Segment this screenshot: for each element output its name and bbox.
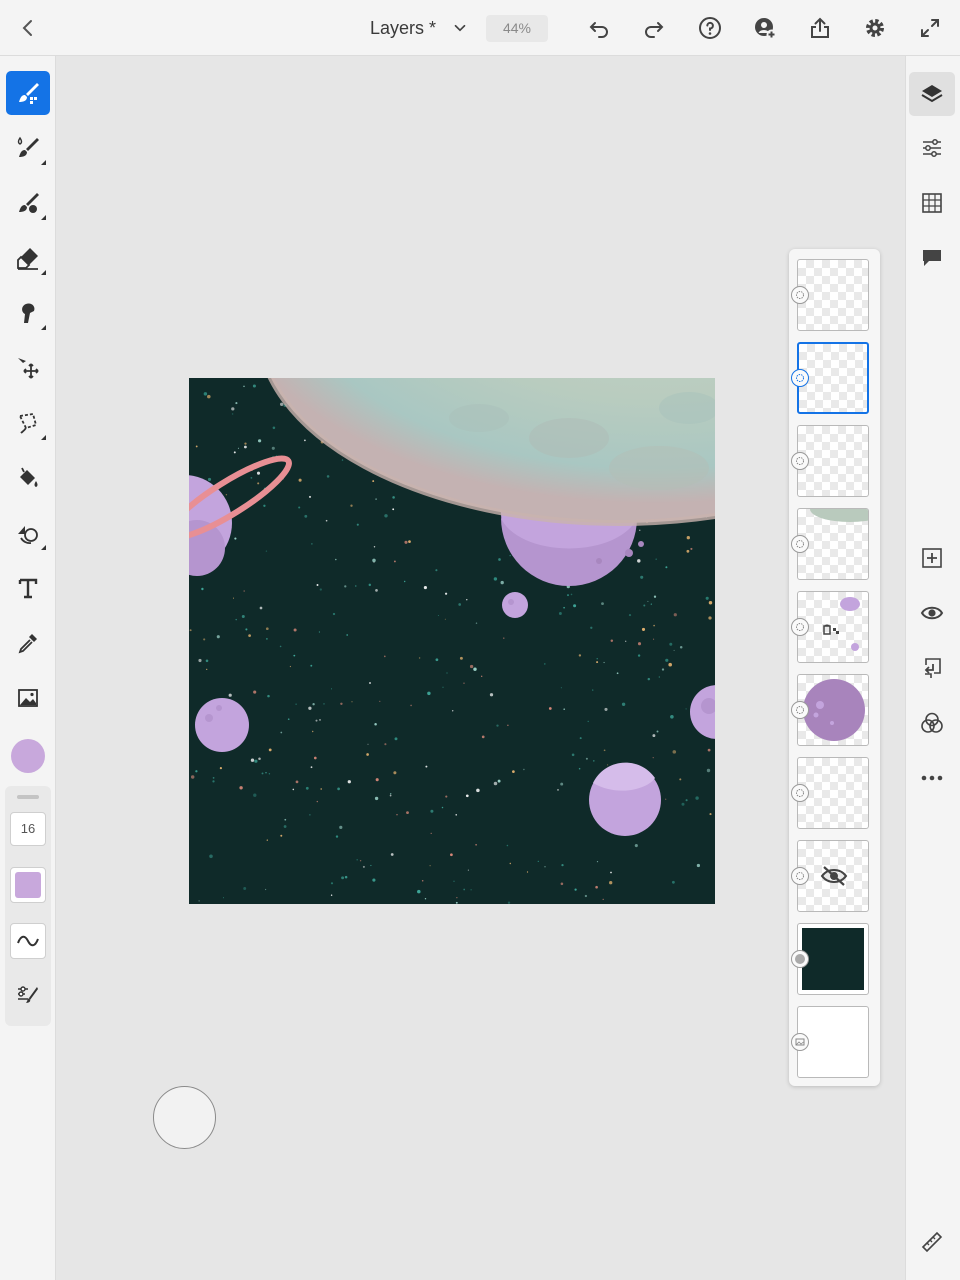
brush-settings-button[interactable] — [10, 976, 46, 1012]
eyedropper-tool[interactable] — [6, 621, 50, 665]
fill-layer-icon[interactable] — [791, 950, 809, 968]
smudge-tool[interactable] — [6, 291, 50, 335]
right-toolbar — [905, 56, 960, 1280]
brush-settings-icon — [18, 986, 38, 1003]
image-icon — [18, 689, 38, 707]
transform-tool[interactable] — [6, 511, 50, 555]
move-icon — [18, 358, 39, 379]
settings-icon[interactable] — [857, 10, 893, 46]
more-options-indicator — [41, 215, 46, 220]
more-icon[interactable] — [909, 756, 955, 800]
brush-color-chip[interactable] — [10, 867, 46, 903]
add-layer-icon[interactable] — [909, 536, 955, 580]
brush-size-field[interactable]: 16 — [10, 812, 46, 846]
visibility-icon[interactable] — [909, 591, 955, 635]
type-tool[interactable] — [6, 566, 50, 610]
blend-mode-icon[interactable] — [909, 701, 955, 745]
pixel-layer-icon[interactable] — [791, 452, 809, 470]
zoom-level[interactable]: 44% — [486, 15, 548, 42]
pixel-layer-icon[interactable] — [791, 369, 809, 387]
layers-icon[interactable] — [909, 72, 955, 116]
color-picker-swatch[interactable] — [11, 739, 45, 773]
pixel-layer-icon[interactable] — [791, 701, 809, 719]
live-brush-tool[interactable] — [6, 126, 50, 170]
pixel-layer-icon[interactable] — [791, 618, 809, 636]
brush-color-swatch — [15, 872, 41, 898]
pixel-layer-icon[interactable] — [791, 784, 809, 802]
more-options-indicator — [41, 325, 46, 330]
layer-properties-icon[interactable] — [909, 126, 955, 170]
merge-down-icon[interactable] — [909, 646, 955, 690]
vector-brush-icon — [19, 193, 39, 213]
touch-shortcut-button[interactable] — [153, 1086, 216, 1149]
artwork-canvas[interactable] — [189, 378, 715, 904]
pixel-brush-icon — [19, 83, 39, 104]
ruler-icon[interactable] — [909, 1220, 955, 1264]
eraser-icon — [17, 248, 38, 270]
brush-stroke-button[interactable] — [10, 923, 46, 959]
layers-panel — [789, 249, 880, 1086]
place-image-tool[interactable] — [6, 676, 50, 720]
help-icon[interactable] — [692, 10, 728, 46]
share-icon[interactable] — [802, 10, 838, 46]
pixel-brush-tool[interactable] — [6, 71, 50, 115]
live-brush-icon — [17, 136, 39, 157]
lasso-selection-tool[interactable] — [6, 401, 50, 445]
eyedropper-icon — [18, 634, 37, 654]
image-layer-icon[interactable] — [791, 1033, 809, 1051]
tool-options-panel: 16 — [5, 786, 51, 1026]
more-options-indicator — [41, 435, 46, 440]
undo-icon[interactable] — [581, 10, 617, 46]
comments-icon[interactable] — [909, 236, 955, 280]
move-tool[interactable] — [6, 346, 50, 390]
fullscreen-icon[interactable] — [912, 10, 948, 46]
more-options-indicator — [41, 545, 46, 550]
smudge-icon — [22, 303, 35, 323]
top-bar: Layers * 44% — [0, 0, 960, 56]
type-icon — [18, 578, 38, 599]
back-icon[interactable] — [10, 10, 46, 46]
eraser-tool[interactable] — [6, 236, 50, 280]
artwork-image — [189, 378, 715, 904]
chevron-down-icon[interactable] — [450, 16, 470, 40]
lasso-icon — [18, 412, 38, 434]
more-options-indicator — [41, 160, 46, 165]
pixel-layer-icon[interactable] — [791, 867, 809, 885]
document-title[interactable]: Layers * — [370, 18, 436, 39]
redo-icon[interactable] — [636, 10, 672, 46]
left-toolbar: 16 — [0, 56, 56, 1280]
more-options-indicator — [41, 270, 46, 275]
invite-icon[interactable] — [747, 10, 783, 46]
vector-brush-tool[interactable] — [6, 181, 50, 225]
pixel-layer-icon[interactable] — [791, 286, 809, 304]
paint-bucket-icon — [20, 467, 38, 487]
fill-tool[interactable] — [6, 456, 50, 500]
pixel-layer-icon[interactable] — [791, 535, 809, 553]
grid-icon[interactable] — [909, 181, 955, 225]
wave-icon — [17, 935, 39, 947]
options-drag-handle[interactable] — [17, 795, 39, 799]
transform-icon — [18, 526, 38, 544]
